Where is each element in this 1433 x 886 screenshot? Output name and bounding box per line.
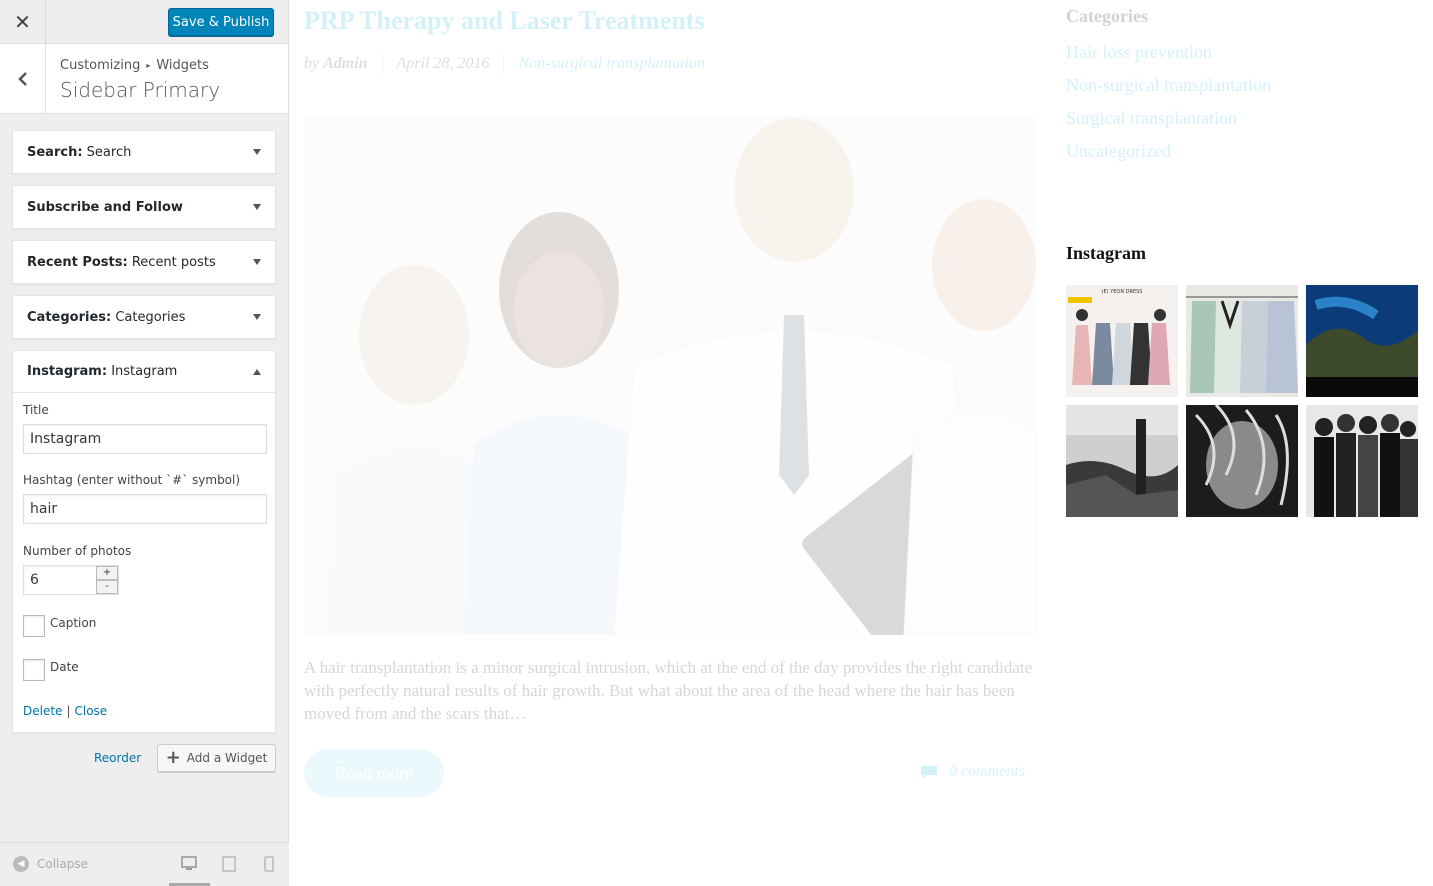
mobile-preview-icon[interactable]	[261, 855, 277, 873]
site-preview: PRP Therapy and Laser Treatments by Admi…	[289, 0, 1433, 886]
widget-header[interactable]: Instagram: Instagram	[13, 351, 275, 393]
section-header: Customizing ▸ Widgets Sidebar Primary	[0, 44, 288, 114]
hashtag-label: Hashtag (enter without `#` symbol)	[23, 473, 241, 487]
photos-value: 6	[30, 572, 39, 588]
post-featured-image[interactable]	[304, 115, 1037, 635]
add-widget-label: Add a Widget	[186, 751, 268, 765]
widget-title: Instagram: Instagram	[27, 364, 178, 379]
collapse-label: Collapse	[37, 857, 88, 871]
plus-icon: +	[165, 747, 181, 768]
post-date: April 28, 2016	[396, 55, 490, 72]
reorder-link[interactable]: Reorder	[94, 751, 141, 765]
instagram-photo[interactable]	[1306, 285, 1418, 397]
chevron-left-icon	[17, 72, 27, 86]
caption-label: Caption	[50, 616, 97, 630]
date-label: Date	[50, 660, 79, 674]
post-category[interactable]: Non-surgical transplantation	[518, 55, 705, 73]
title-input[interactable]: Instagram	[23, 424, 267, 454]
widget-title: Recent Posts: Recent posts	[27, 254, 216, 270]
collapse-arrow-icon[interactable]	[253, 368, 261, 375]
actions-separator: |	[66, 704, 71, 718]
instagram-photo[interactable]	[1066, 405, 1178, 517]
tablet-preview-icon[interactable]	[221, 855, 237, 873]
category-link[interactable]: Hair loss prevention	[1066, 42, 1271, 75]
delete-link[interactable]: Delete	[23, 704, 62, 718]
breadcrumb: Customizing ▸ Widgets	[60, 58, 209, 73]
widget-categories[interactable]: Categories: Categories	[12, 295, 276, 339]
stepper-up-button[interactable]: +	[96, 566, 118, 580]
save-publish-button[interactable]: Save & Publish	[168, 8, 274, 36]
caption-checkbox[interactable]	[23, 615, 45, 637]
close-link[interactable]: Close	[74, 704, 107, 718]
widget-title: Search: Search	[27, 144, 132, 160]
instagram-photo[interactable]: (E) YEON DRESS	[1066, 285, 1178, 397]
instagram-photo[interactable]	[1186, 285, 1298, 397]
expand-arrow-icon[interactable]	[253, 149, 261, 155]
expand-arrow-icon[interactable]	[253, 259, 261, 265]
customizer-sidebar: ✕ Save & Publish Customizing ▸ Widgets S…	[0, 0, 289, 886]
customizer-topbar: ✕ Save & Publish	[0, 0, 288, 44]
photo-caption-text: (E) YEON DRESS	[1102, 289, 1143, 295]
meta-divider	[503, 55, 505, 73]
categories-heading: Categories	[1066, 6, 1148, 26]
section-title: Sidebar Primary	[60, 78, 221, 102]
widget-search[interactable]: Search: Search	[12, 130, 276, 174]
widget-subscribe-follow[interactable]: Subscribe and Follow	[12, 185, 276, 229]
photos-label: Number of photos	[23, 544, 132, 558]
instagram-photo[interactable]	[1186, 405, 1298, 517]
close-icon: ✕	[14, 10, 31, 34]
close-customizer-button[interactable]: ✕	[0, 0, 46, 44]
widget-instagram: Instagram: Instagram Title Instagram Has…	[12, 350, 276, 733]
breadcrumb-customizing: Customizing	[60, 58, 141, 73]
comments-link[interactable]: 0 comments	[919, 763, 1025, 781]
widget-header[interactable]: Categories: Categories	[13, 296, 275, 338]
widget-actions: Delete | Close	[23, 704, 107, 718]
categories-list: Hair loss prevention Non-surgical transp…	[1066, 42, 1271, 174]
widget-header[interactable]: Subscribe and Follow	[13, 186, 275, 228]
widget-header[interactable]: Search: Search	[13, 131, 275, 173]
stepper-down-button[interactable]: -	[96, 580, 118, 594]
widget-title: Categories: Categories	[27, 309, 186, 325]
desktop-preview-icon[interactable]	[181, 855, 197, 873]
breadcrumb-separator: ▸	[146, 61, 151, 70]
collapse-button[interactable]: ◀ Collapse	[13, 856, 88, 872]
doctors-image	[304, 115, 1037, 635]
read-more-button[interactable]: Read more	[304, 749, 444, 797]
breadcrumb-widgets: Widgets	[156, 58, 209, 73]
expand-arrow-icon[interactable]	[253, 314, 261, 320]
instagram-heading: Instagram	[1066, 243, 1146, 263]
category-link[interactable]: Uncategorized	[1066, 141, 1271, 174]
post-author[interactable]: Admin	[323, 55, 367, 73]
collapse-arrow-icon: ◀	[13, 856, 29, 872]
date-checkbox[interactable]	[23, 659, 45, 681]
widget-title: Subscribe and Follow	[27, 199, 183, 215]
category-link[interactable]: Surgical transplantation	[1066, 108, 1271, 141]
quantity-stepper[interactable]: + -	[96, 566, 118, 594]
post-excerpt: A hair transplantation is a minor surgic…	[304, 658, 1033, 723]
widget-header[interactable]: Recent Posts: Recent posts	[13, 241, 275, 283]
hashtag-input[interactable]: hair	[23, 494, 267, 524]
category-link[interactable]: Non-surgical transplantation	[1066, 75, 1271, 108]
comments-count: 0 comments	[949, 763, 1025, 780]
widget-recent-posts[interactable]: Recent Posts: Recent posts	[12, 240, 276, 284]
title-label: Title	[23, 403, 49, 417]
post-meta: by Admin April 28, 2016 Non-surgical tra…	[304, 55, 705, 73]
customizer-footer: ◀ Collapse	[0, 842, 289, 886]
back-button[interactable]	[0, 44, 46, 114]
instagram-photo[interactable]	[1306, 405, 1418, 517]
post-title[interactable]: PRP Therapy and Laser Treatments	[304, 6, 705, 36]
instagram-grid: (E) YEON DRESS	[1066, 285, 1420, 517]
meta-divider	[381, 55, 383, 73]
add-widget-button[interactable]: + Add a Widget	[157, 744, 276, 772]
photos-number-input[interactable]: 6 + -	[23, 565, 119, 595]
by-label: by	[304, 55, 320, 72]
expand-arrow-icon[interactable]	[253, 204, 261, 210]
comment-icon	[921, 766, 937, 779]
